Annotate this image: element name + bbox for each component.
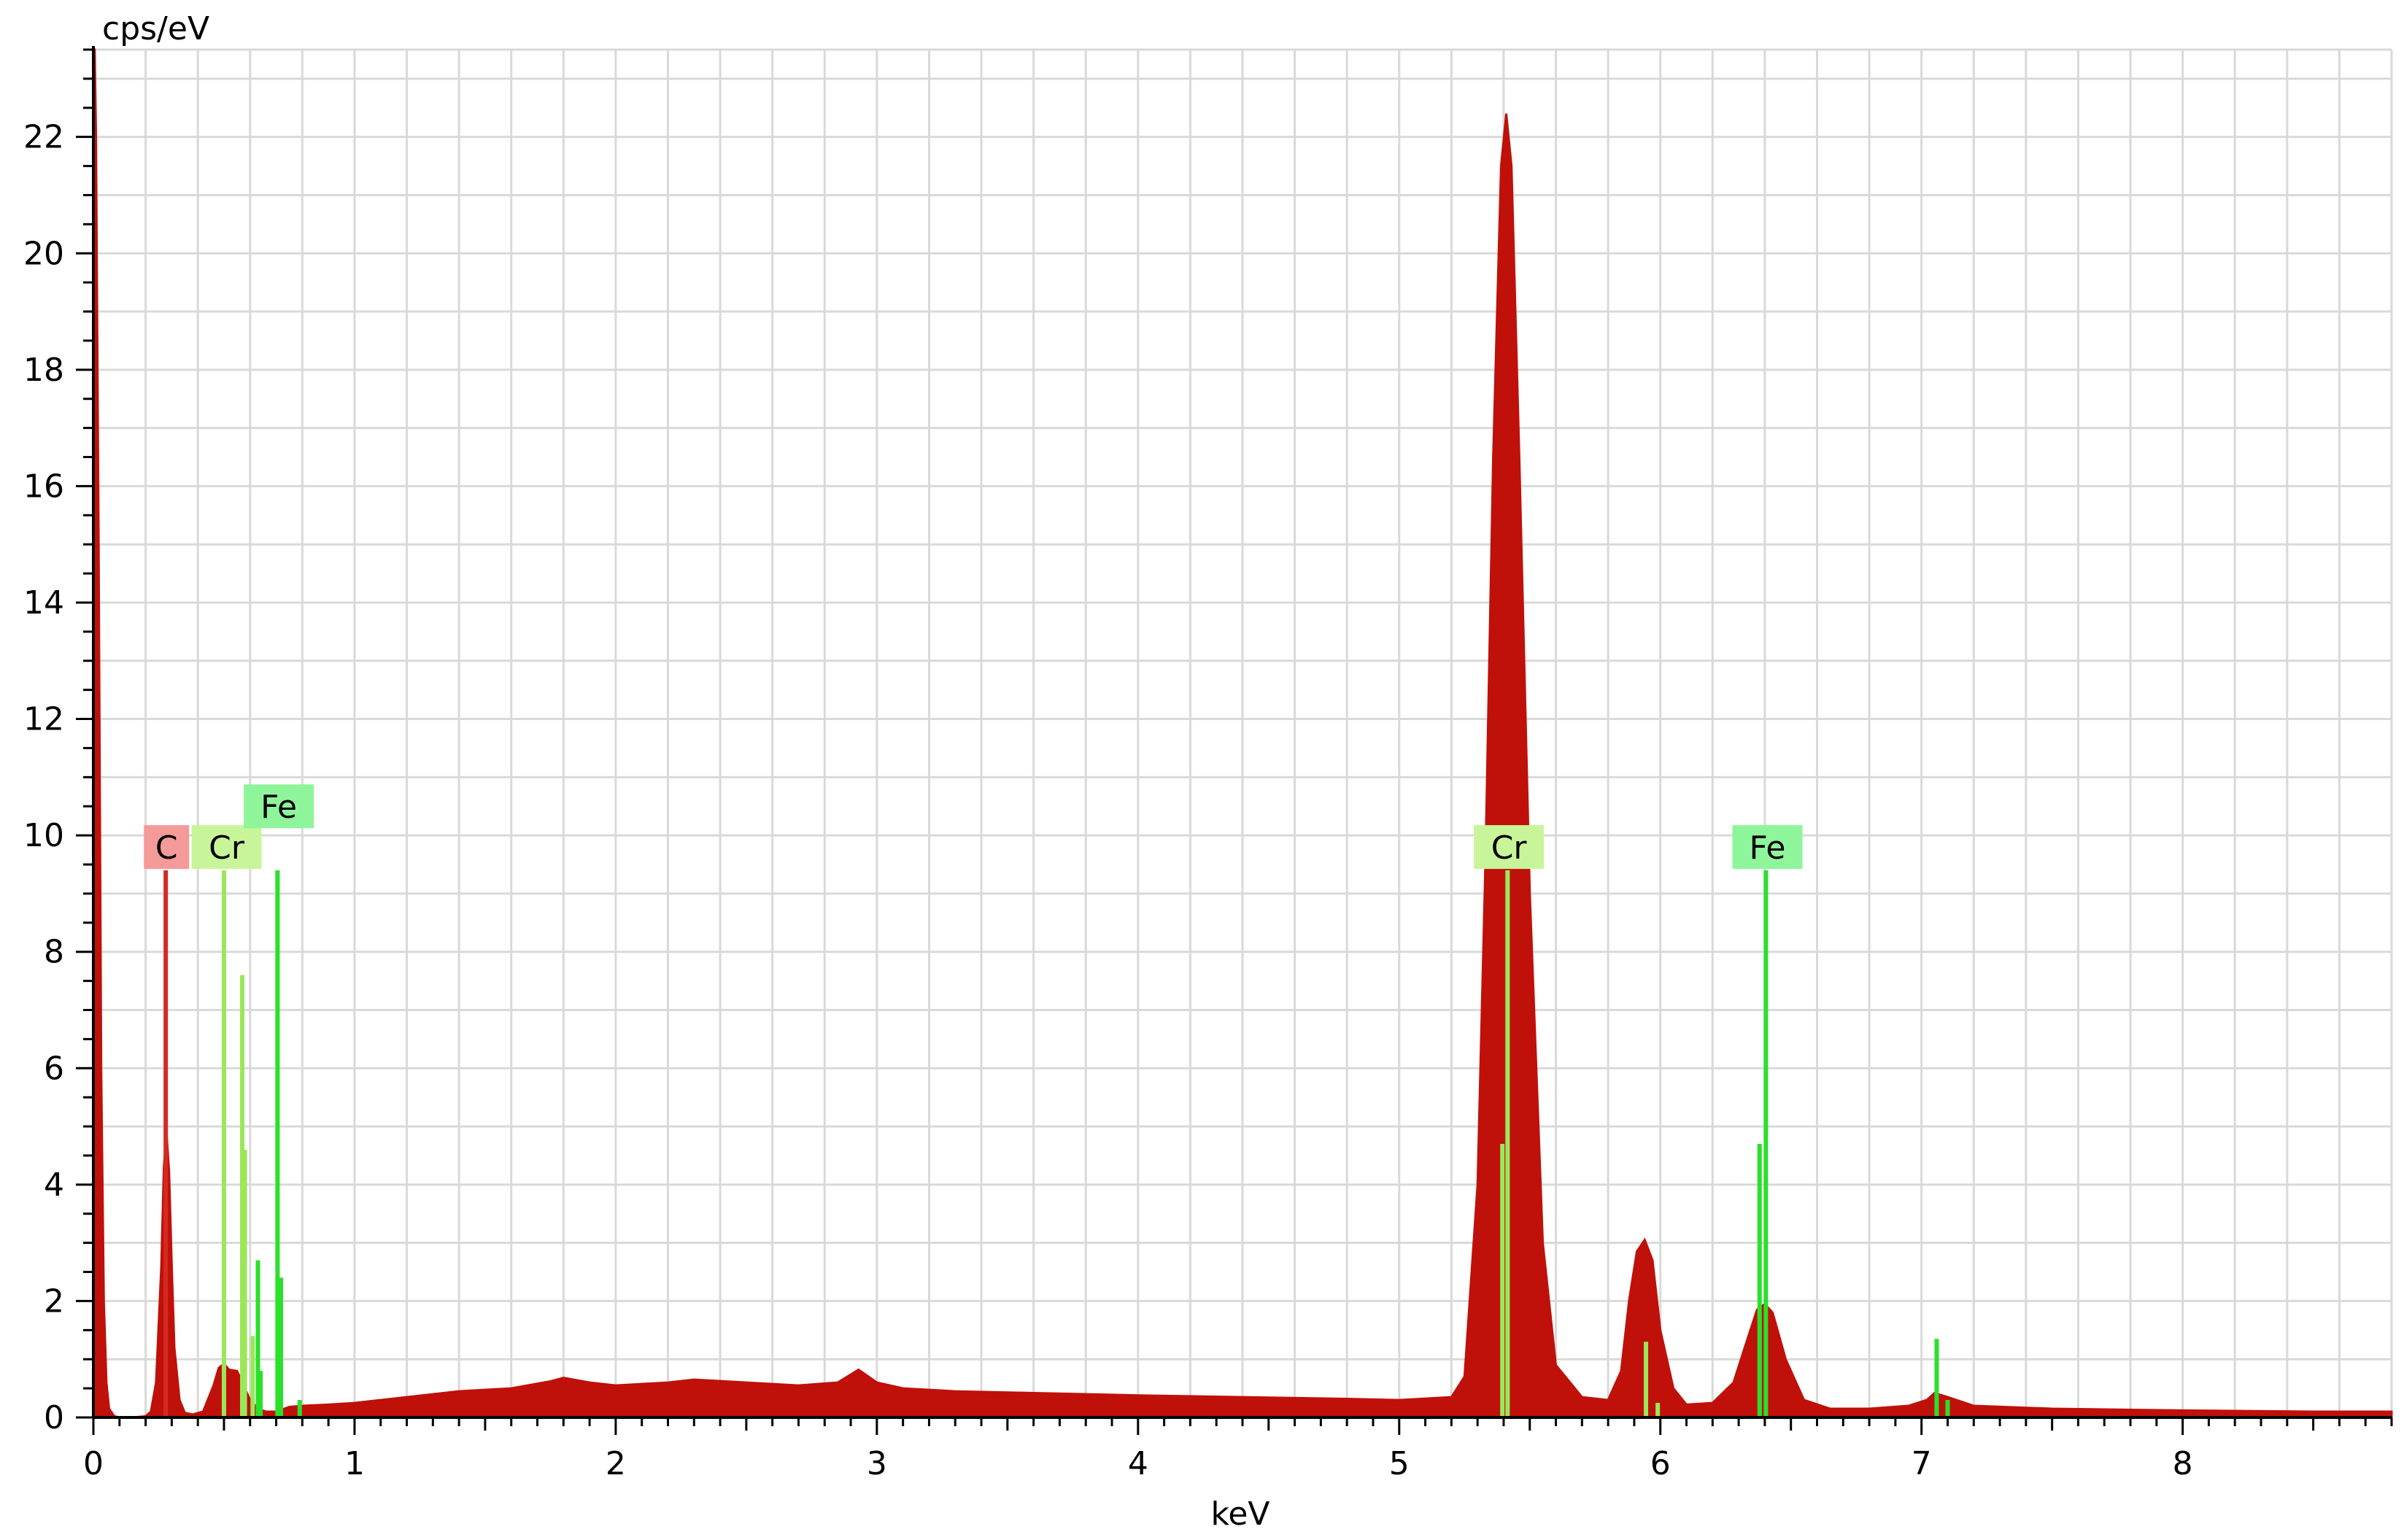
element-line-c [163,870,169,1417]
x-axis-label: keV [1210,1495,1269,1533]
element-line-fe [1763,870,1769,1417]
element-line-fe [1757,1144,1762,1417]
y-tick-label: 0 [44,1399,64,1436]
element-line-cr [1505,870,1510,1417]
x-tick-label: 4 [1128,1445,1148,1482]
x-tick-label: 7 [1912,1445,1932,1482]
y-tick-label: 4 [44,1166,64,1204]
x-ticks: 0 1 2 3 4 5 6 7 8 [83,1417,2393,1482]
element-label-cr: Cr [209,829,245,867]
x-tick-label: 5 [1389,1445,1410,1482]
element-line-cr [250,1336,255,1417]
y-tick-label: 10 [23,817,64,854]
x-tick-label: 1 [344,1445,365,1482]
element-labels: C Cr Fe Cr Fe [144,784,1803,870]
element-line-fe [1945,1400,1950,1417]
grid [92,48,2393,1419]
element-line-fe [1934,1339,1939,1417]
element-label-fe: Fe [260,789,297,826]
element-line-cr [242,1149,247,1417]
x-tick-label: 0 [83,1445,104,1482]
y-tick-label: 18 [23,352,64,389]
y-tick-label: 22 [23,119,64,156]
x-tick-label: 6 [1650,1445,1671,1482]
x-tick-label: 8 [2173,1445,2193,1482]
y-tick-label: 14 [23,584,64,622]
element-line-cr [1644,1342,1649,1417]
y-axis-label: cps/eV [102,10,209,47]
element-line-cr [1655,1403,1661,1417]
y-ticks: 0 2 4 6 8 10 12 14 16 18 20 22 [23,48,93,1436]
y-tick-label: 8 [44,934,64,971]
x-tick-label: 3 [867,1445,887,1482]
y-tick-label: 2 [44,1282,64,1320]
element-line-cr [1500,1144,1505,1417]
element-line-fe [297,1400,302,1417]
y-tick-label: 16 [23,468,64,505]
x-tick-label: 2 [606,1445,626,1482]
y-tick-label: 20 [23,235,64,272]
element-line-fe [258,1371,263,1417]
element-label-fe: Fe [1749,829,1785,867]
element-label-cr: Cr [1491,829,1528,867]
y-tick-label: 6 [44,1050,64,1087]
element-line-cr [221,870,226,1417]
y-tick-label: 12 [23,701,64,738]
element-label-c: C [155,829,178,867]
eds-spectrum-chart: 012345678 0246810121416182022 C CrFeCr Fe … [23,10,2393,1533]
element-line-fe [279,1277,284,1417]
